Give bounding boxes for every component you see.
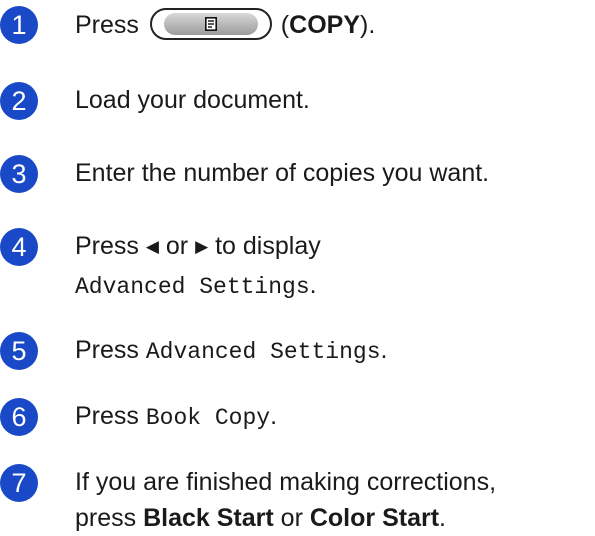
to-display-text: to display — [215, 232, 321, 260]
step-6: 6 Press Book Copy. — [0, 398, 595, 438]
setting-name: Advanced Settings — [145, 339, 381, 365]
step-7: 7 If you are finished making corrections… — [0, 464, 595, 536]
step-5: 5 Press Advanced Settings. — [0, 332, 595, 372]
step-1: 1 Press (COPY). — [0, 6, 595, 46]
step-text: Enter the number of copies you want. — [75, 159, 490, 187]
step-text: Press Advanced Settings. — [75, 336, 388, 365]
color-start-label: Color Start — [309, 504, 440, 532]
copy-label: COPY — [289, 11, 360, 39]
step-number-badge: 4 — [0, 228, 38, 266]
press-word: Press — [75, 11, 139, 39]
black-start-label: Black Start — [143, 504, 274, 532]
press-word: press — [75, 504, 137, 532]
press-word: Press — [75, 232, 139, 260]
step-text: Press Book Copy. — [75, 402, 278, 431]
document-icon — [204, 17, 217, 32]
or-word: or — [280, 504, 303, 532]
setting-name: Advanced Settings — [75, 274, 310, 300]
step-2: 2 Load your document. — [0, 82, 595, 122]
step-3: 3 Enter the number of copies you want. — [0, 155, 595, 195]
left-triangle-icon: ◀ — [145, 237, 159, 256]
step-text: Load your document. — [75, 86, 310, 114]
right-triangle-icon: ▶ — [195, 237, 209, 256]
or-word: or — [165, 232, 189, 260]
step-number-badge: 7 — [0, 464, 38, 502]
step-number-badge: 1 — [0, 6, 38, 44]
step-line-1: If you are finished making corrections, — [75, 468, 497, 496]
step-number-badge: 2 — [0, 82, 38, 120]
step-text: Press (COPY). — [75, 7, 595, 43]
step-number-badge: 6 — [0, 398, 38, 436]
step-4: 4 Press ◀ or ▶ to display Advanced Setti… — [0, 228, 595, 303]
setting-name: Book Copy — [145, 405, 271, 431]
press-word: Press — [75, 336, 139, 364]
step-number-badge: 3 — [0, 155, 38, 193]
copy-key-face — [163, 13, 258, 36]
step-text: If you are finished making corrections, … — [75, 468, 497, 532]
copy-key-button — [149, 8, 272, 41]
step-text: Press ◀ or ▶ to display Advanced Setting… — [75, 232, 321, 300]
step-number-badge: 5 — [0, 332, 38, 370]
press-word: Press — [75, 402, 139, 430]
